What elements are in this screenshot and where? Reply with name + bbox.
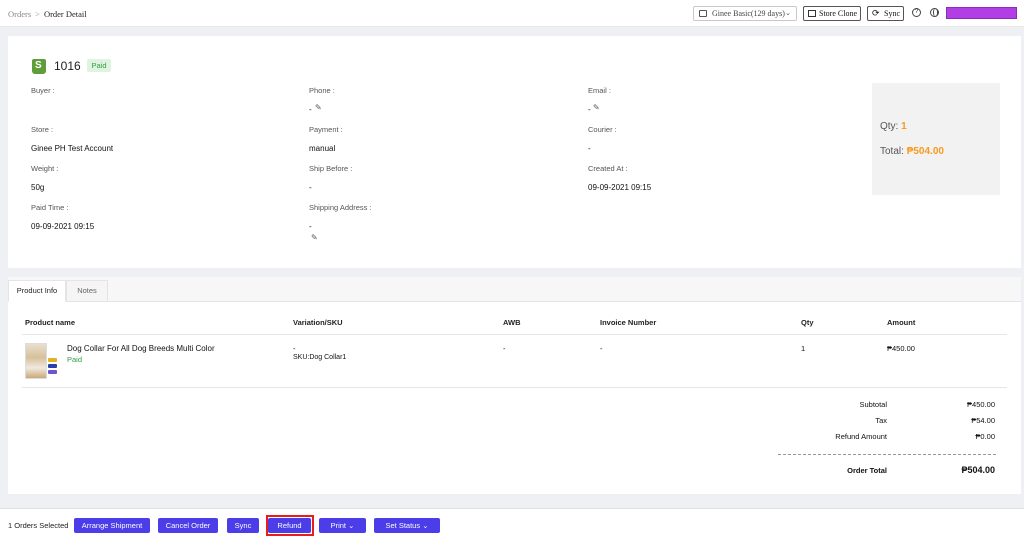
- plan-dropdown[interactable]: Ginee Basic(129 days) ⌄: [693, 6, 797, 21]
- breadcrumb-current: Order Detail: [43, 9, 87, 19]
- subtotal-value: ₱450.00: [967, 400, 995, 409]
- col-header-awb: AWB: [503, 318, 521, 327]
- set-status-button[interactable]: Set Status ⌄: [374, 518, 440, 533]
- qty-value: 1: [901, 121, 907, 132]
- weight-label: Weight :: [31, 164, 59, 173]
- refund-highlight: [266, 515, 314, 536]
- tab-product-info[interactable]: Product Info: [8, 280, 66, 302]
- email-value: -: [588, 105, 591, 114]
- plan-label: Ginee Basic(129 days): [712, 9, 785, 18]
- total-summary: Total: ₱504.00: [880, 146, 944, 157]
- order-info-card: 1016 Paid Buyer : Phone : - ✎ Email : - …: [8, 36, 1021, 268]
- sync-icon: ⟳: [872, 8, 880, 18]
- shopify-icon: [32, 59, 46, 74]
- chevron-down-icon: ⌄: [785, 9, 791, 17]
- product-section: Product Info Notes Product name Variatio…: [8, 277, 1021, 494]
- chevron-down-icon: ⌄: [422, 521, 429, 530]
- email-label: Email :: [588, 86, 611, 95]
- edit-email-icon[interactable]: ✎: [593, 103, 600, 112]
- col-header-product-name: Product name: [25, 318, 76, 327]
- product-name-link[interactable]: Dog Collar For All Dog Breeds Multi Colo…: [67, 344, 215, 353]
- order-summary-box: Qty: 1 Total: ₱504.00: [872, 83, 1000, 195]
- phone-value: -: [309, 105, 312, 114]
- edit-phone-icon[interactable]: ✎: [315, 103, 322, 112]
- weight-value: 50g: [31, 183, 45, 192]
- color-swatch: [48, 358, 57, 362]
- breadcrumb: Orders > Order Detail: [8, 9, 87, 19]
- arrange-shipment-button[interactable]: Arrange Shipment: [74, 518, 150, 533]
- col-header-invoice-number: Invoice Number: [600, 318, 657, 327]
- print-label: Print: [330, 521, 347, 530]
- sync-button[interactable]: Sync: [227, 518, 259, 533]
- order-total-value: ₱504.00: [961, 465, 995, 475]
- color-swatch: [48, 370, 57, 374]
- courier-label: Courier :: [588, 125, 617, 134]
- totals-divider: [778, 454, 996, 455]
- globe-icon[interactable]: [930, 8, 939, 17]
- col-header-qty: Qty: [801, 318, 814, 327]
- col-header-variation-sku: Variation/SKU: [293, 318, 343, 327]
- store-clone-label: Store Clone: [819, 9, 857, 18]
- phone-label: Phone :: [309, 86, 335, 95]
- print-button[interactable]: Print ⌄: [319, 518, 366, 533]
- payment-label: Payment :: [309, 125, 343, 134]
- tax-label: Tax: [875, 416, 887, 425]
- tab-bar: Product Info Notes: [8, 277, 1021, 302]
- col-header-amount: Amount: [887, 318, 916, 327]
- qty-summary: Qty: 1: [880, 121, 907, 132]
- variation-value: -: [293, 344, 296, 353]
- product-status: Paid: [67, 355, 83, 364]
- created-at-value: 09-09-2021 09:15: [588, 183, 652, 192]
- selected-count: 1 Orders Selected: [8, 521, 69, 530]
- calendar-icon: [699, 10, 707, 17]
- user-account-button[interactable]: [946, 7, 1017, 19]
- tab-notes[interactable]: Notes: [66, 280, 108, 302]
- qty-label: Qty:: [880, 121, 899, 132]
- shipping-address-label: Shipping Address :: [309, 203, 372, 212]
- sync-top-label: Sync: [884, 9, 900, 18]
- table-row-divider: [22, 387, 1007, 388]
- store-label: Store :: [31, 125, 54, 134]
- invoice-value: -: [600, 344, 603, 353]
- refund-amount-value: ₱0.00: [975, 432, 995, 441]
- breadcrumb-orders-link[interactable]: Orders: [8, 9, 31, 19]
- order-number: 1016: [54, 59, 81, 73]
- total-value: ₱504.00: [906, 146, 944, 157]
- status-badge: Paid: [87, 59, 111, 72]
- set-status-label: Set Status: [385, 521, 421, 530]
- payment-value: manual: [309, 144, 336, 153]
- ship-before-value: -: [309, 183, 312, 192]
- paid-time-label: Paid Time :: [31, 203, 69, 212]
- tax-value: ₱54.00: [971, 416, 995, 425]
- buyer-label: Buyer :: [31, 86, 55, 95]
- product-thumbnail[interactable]: [25, 343, 57, 379]
- sync-top-button[interactable]: ⟳ Sync: [867, 6, 904, 21]
- awb-value: -: [503, 344, 506, 353]
- clone-icon: [808, 10, 816, 17]
- amount-value-cell: ₱450.00: [887, 344, 915, 353]
- qty-value-cell: 1: [801, 344, 806, 353]
- created-at-label: Created At :: [588, 164, 628, 173]
- table-header-divider: [22, 334, 1007, 335]
- color-swatch: [48, 364, 57, 368]
- chevron-down-icon: ⌄: [348, 521, 355, 530]
- courier-value: -: [588, 144, 591, 153]
- refund-amount-label: Refund Amount: [835, 432, 887, 441]
- total-label: Total:: [880, 146, 904, 157]
- help-icon[interactable]: ?: [912, 8, 921, 17]
- bulk-action-bar: 1 Orders Selected Arrange Shipment Cance…: [0, 508, 1024, 538]
- cancel-order-button[interactable]: Cancel Order: [158, 518, 218, 533]
- shipping-address-value: -: [309, 222, 312, 231]
- order-total-label: Order Total: [847, 466, 887, 475]
- edit-address-icon[interactable]: ✎: [311, 233, 318, 242]
- subtotal-label: Subtotal: [859, 400, 887, 409]
- breadcrumb-separator: >: [35, 9, 40, 19]
- store-clone-button[interactable]: Store Clone: [803, 6, 861, 21]
- top-bar: Orders > Order Detail Ginee Basic(129 days…: [0, 0, 1024, 27]
- store-value: Ginee PH Test Account: [31, 144, 114, 153]
- sku-value: SKU:Dog Collar1: [293, 354, 347, 361]
- ship-before-label: Ship Before :: [309, 164, 353, 173]
- paid-time-value: 09-09-2021 09:15: [31, 222, 95, 231]
